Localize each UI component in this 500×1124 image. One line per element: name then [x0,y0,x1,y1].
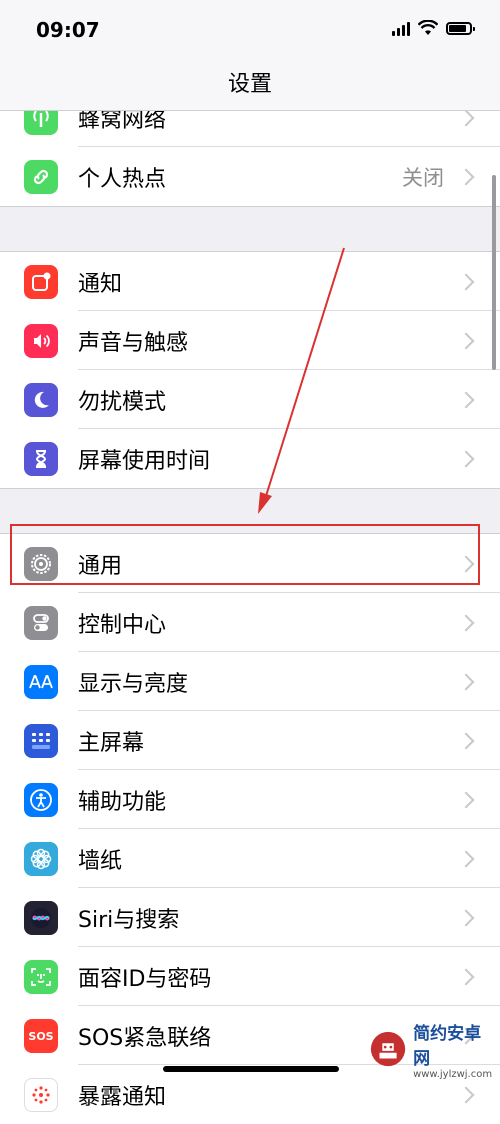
home-indicator[interactable] [163,1066,339,1072]
settings-row-display[interactable]: 显示与亮度 [0,652,500,711]
chevron-right-icon [457,791,475,808]
highlight-box [10,524,480,585]
chevron-right-icon [457,273,475,290]
settings-row-label: 个人热点 [78,166,167,192]
settings-row-do-not-disturb[interactable]: 勿扰模式 [0,370,500,429]
settings-row-siri[interactable]: Siri与搜索 [0,888,500,947]
settings-row-label: 声音与触感 [78,330,189,356]
speaker-icon [24,323,58,358]
settings-row-label: 控制中心 [78,612,167,638]
siri-icon [24,900,58,935]
faceid-icon [24,959,58,994]
settings-row-hotspot[interactable]: 个人热点 关闭 [0,147,500,206]
settings-row-home-screen[interactable]: 主屏幕 [0,711,500,770]
sos-icon: SOS [24,1018,58,1053]
chevron-right-icon [457,1086,475,1103]
chevron-right-icon [457,450,475,467]
settings-list[interactable]: 蜂窝网络 个人热点 关闭 通知 声音与触感 勿扰模式 屏幕使用时间 通用 控制中… [0,88,500,1124]
watermark-logo-icon [370,1031,406,1067]
text-size-icon [24,664,58,699]
chevron-right-icon [457,909,475,926]
settings-row-accessibility[interactable]: 辅助功能 [0,770,500,829]
scrollbar[interactable] [492,175,496,370]
status-bar: 09:07 [0,0,500,60]
flower-icon [24,841,58,876]
toggle-icon [24,605,58,640]
settings-group-notifications: 通知 声音与触感 勿扰模式 屏幕使用时间 [0,252,500,488]
chevron-right-icon [457,168,475,185]
settings-row-label: 面容ID与密码 [78,966,212,992]
chevron-right-icon [457,673,475,690]
wifi-icon [418,20,438,35]
chevron-right-icon [457,332,475,349]
settings-row-face-id[interactable]: 面容ID与密码 [0,947,500,1006]
settings-row-label: 显示与亮度 [78,671,189,697]
page-title: 设置 [227,72,272,97]
moon-icon [24,382,58,417]
chevron-right-icon [457,850,475,867]
settings-row-control-center[interactable]: 控制中心 [0,593,500,652]
settings-row-label: 暴露通知 [78,1084,167,1110]
notification-icon [24,264,58,299]
settings-row-label: 勿扰模式 [78,389,167,415]
settings-row-label: SOS紧急联络 [78,1025,212,1051]
settings-row-label: Siri与搜索 [78,907,180,933]
status-time: 09:07 [36,18,100,42]
settings-row-label: 主屏幕 [78,730,145,756]
group-spacer [0,206,500,252]
home-grid-icon [24,723,58,758]
site-watermark: 简约安卓网 www.jylzwj.com [369,1023,494,1080]
hotspot-icon [24,159,58,194]
chevron-right-icon [457,109,475,126]
hourglass-icon [24,441,58,476]
chevron-right-icon [457,968,475,985]
hotspot-status: 关闭 [402,165,444,190]
chevron-right-icon [457,732,475,749]
status-icons [392,20,475,36]
watermark-url: www.jylzwj.com [413,1068,493,1080]
battery-icon [446,21,475,35]
navigation-bar: 设置 [0,60,500,111]
cellular-signal-icon [392,20,410,36]
svg-text:SOS: SOS [28,1030,53,1043]
chevron-right-icon [457,391,475,408]
settings-row-notifications[interactable]: 通知 [0,252,500,311]
watermark-title: 简约安卓网 [413,1023,482,1069]
accessibility-icon [24,782,58,817]
settings-row-label: 辅助功能 [78,789,167,815]
chevron-right-icon [457,614,475,631]
settings-row-screen-time[interactable]: 屏幕使用时间 [0,429,500,488]
settings-row-sounds[interactable]: 声音与触感 [0,311,500,370]
settings-row-label: 墙纸 [78,848,123,874]
settings-row-wallpaper[interactable]: 墙纸 [0,829,500,888]
settings-row-label: 通知 [78,271,123,297]
settings-row-label: 屏幕使用时间 [78,448,211,474]
